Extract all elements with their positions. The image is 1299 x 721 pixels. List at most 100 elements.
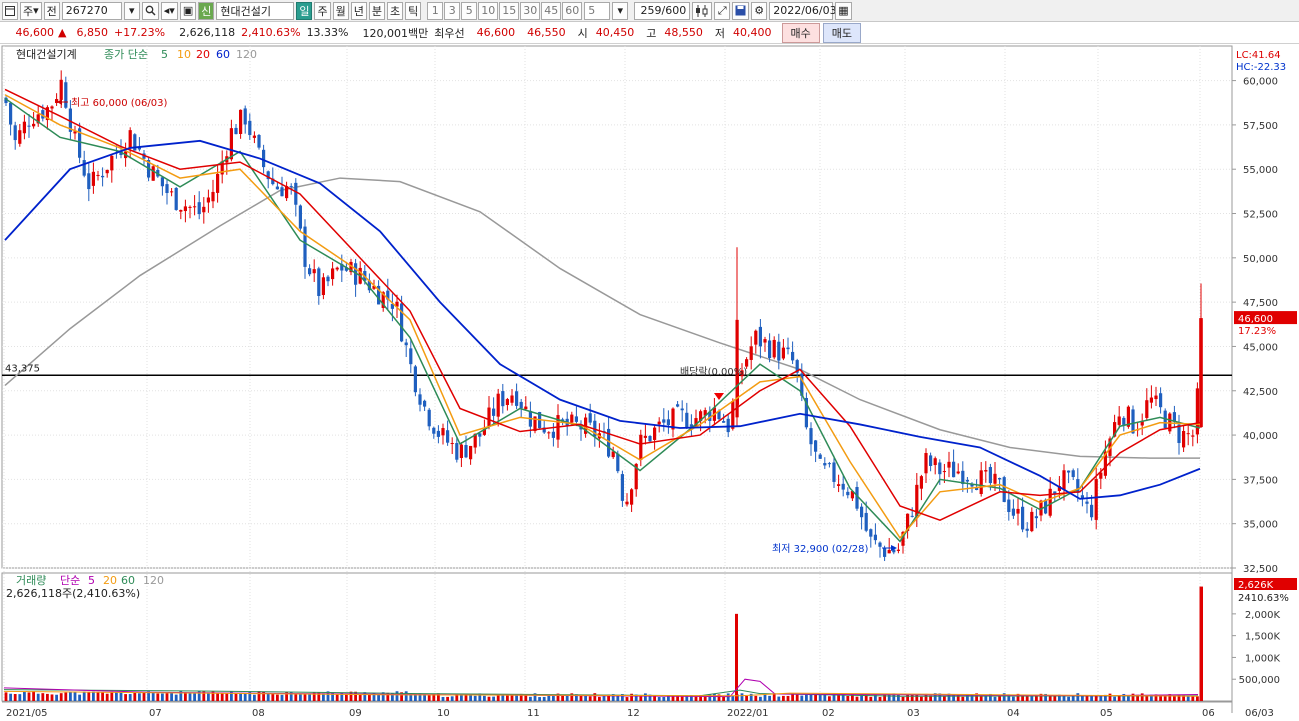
minute-option[interactable]: 45	[541, 1, 562, 20]
min-price-label: 최저 32,900 (02/28)	[772, 543, 868, 555]
volume-bar	[243, 693, 247, 701]
code-input[interactable]: 267270	[61, 1, 122, 20]
volume-bar	[101, 692, 104, 701]
volume-bar	[1076, 693, 1080, 701]
candle-body	[519, 401, 523, 409]
volume-bar	[703, 696, 707, 701]
volume-bar	[694, 696, 698, 701]
candle-body	[179, 209, 183, 212]
volume-bar	[46, 693, 49, 701]
candle-body	[188, 206, 192, 208]
current-price-pct: 17.23%	[1238, 326, 1276, 337]
y-tick-label: 57,500	[1243, 121, 1278, 132]
minute-option[interactable]: 60	[562, 1, 583, 20]
candle-body	[827, 463, 831, 465]
y-tick-label: 45,000	[1243, 342, 1278, 353]
interval-chevron-icon[interactable]: ▾	[612, 1, 629, 20]
period-tab-minute[interactable]: 분	[368, 1, 385, 20]
price-chart[interactable]: 60,000 57,500 55,000 52,500 50,000 47,500 45,0…	[0, 44, 1299, 721]
candle-body	[791, 351, 795, 361]
volume-bar	[1191, 696, 1195, 701]
y-tick-label: 37,500	[1243, 475, 1278, 486]
prefix-button[interactable]: 전	[43, 1, 60, 20]
volume-bar	[234, 693, 238, 701]
minute-option[interactable]: 5	[461, 1, 478, 20]
volume-bar	[639, 696, 643, 701]
volume-bar	[188, 693, 192, 701]
candle-body	[768, 340, 772, 359]
minute-option[interactable]: 15	[499, 1, 520, 20]
minute-option[interactable]: 30	[520, 1, 541, 20]
code-dropdown-chevron-icon[interactable]: ▾	[123, 1, 140, 20]
volume-bar	[73, 691, 77, 701]
crosshair-icon[interactable]: ⤢	[714, 1, 731, 20]
save-icon[interactable]	[732, 1, 750, 20]
buy-button[interactable]: 매수	[781, 22, 820, 43]
search-icon[interactable]	[141, 1, 159, 20]
type-select[interactable]: 주 ▾	[20, 1, 42, 20]
candle-body	[101, 175, 105, 178]
candle-body	[625, 501, 629, 505]
candle-body	[234, 127, 238, 135]
volume-bar	[598, 696, 601, 701]
candle-body	[781, 347, 785, 359]
x-tick-label: 11	[527, 708, 540, 719]
volume-current-pct: 2410.63%	[1238, 593, 1289, 604]
candle-body	[993, 473, 997, 484]
volume-ma-legend-20: 20	[103, 574, 117, 587]
candle-body	[616, 453, 620, 472]
ma-type-label: 종가 단순	[104, 48, 148, 61]
candle-body	[754, 330, 758, 345]
candle-body	[239, 109, 243, 134]
candle-icon[interactable]	[692, 1, 713, 20]
date-field[interactable]: 2022/06/03	[769, 1, 837, 20]
volume-bar	[174, 694, 178, 701]
volume-bar	[510, 695, 514, 701]
volume-bar	[943, 696, 946, 701]
x-tick-label: 06/03	[1245, 708, 1274, 719]
y-tick-label: 32,500	[1243, 564, 1278, 575]
volume-bar	[105, 693, 109, 701]
volume-bar	[901, 696, 905, 701]
gear-icon[interactable]: ⚙	[751, 1, 768, 20]
sell-button[interactable]: 매도	[822, 22, 861, 43]
minute-option[interactable]: 3	[444, 1, 461, 20]
volume-bar	[1140, 693, 1144, 701]
minute-option[interactable]: 10	[478, 1, 499, 20]
volume-bar	[299, 693, 302, 701]
period-tab-week[interactable]: 주	[314, 1, 331, 20]
period-tab-day[interactable]: 일	[296, 1, 313, 20]
quote-bid: 46,550	[527, 26, 566, 39]
volume-bar	[818, 695, 822, 701]
candle-body	[1011, 508, 1015, 516]
volume-bar	[1090, 696, 1093, 701]
volume-bar	[1099, 695, 1103, 701]
volume-bar	[800, 695, 804, 701]
candle-body	[312, 269, 316, 274]
stock-name-field[interactable]: 현대건설기	[216, 1, 295, 20]
calendar-icon[interactable]: ▦	[835, 1, 852, 20]
volume-bar	[253, 694, 256, 701]
volume-bar	[1127, 696, 1130, 701]
period-tab-year[interactable]: 년	[350, 1, 367, 20]
count-field[interactable]: 259/600	[634, 1, 691, 20]
minute-option[interactable]: 1	[427, 1, 444, 20]
candle-body	[726, 418, 730, 433]
candle-body	[1007, 499, 1011, 513]
candle-body	[524, 406, 528, 410]
candle-body	[887, 549, 891, 554]
period-tab-tick[interactable]: 틱	[405, 1, 422, 20]
candle-body	[427, 409, 431, 427]
interval-input[interactable]: 5	[584, 1, 611, 20]
volume-bar	[59, 693, 63, 701]
volume-bar	[87, 691, 91, 701]
candle-body	[105, 169, 109, 174]
candle-body	[317, 268, 321, 296]
candle-body	[1117, 416, 1121, 425]
period-tab-second[interactable]: 초	[386, 1, 404, 20]
x-tick-label: 05	[1100, 708, 1113, 719]
info-icon[interactable]: ▣	[179, 1, 197, 20]
sound-icon[interactable]: ◂▾	[160, 1, 178, 20]
window-menu-icon[interactable]	[2, 1, 18, 20]
period-tab-month[interactable]: 월	[332, 1, 349, 20]
